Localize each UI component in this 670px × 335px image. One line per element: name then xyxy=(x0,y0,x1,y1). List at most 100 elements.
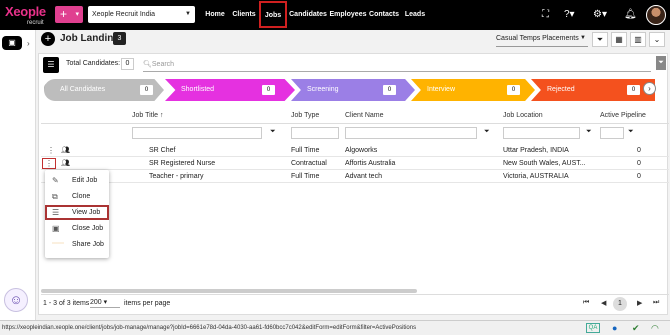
header-job-type[interactable]: Job Type xyxy=(291,112,319,119)
header-job-location[interactable]: Job Location xyxy=(503,112,543,119)
filter-client-input[interactable] xyxy=(345,127,477,139)
filter-icon[interactable]: ⏷ xyxy=(270,128,276,136)
horizontal-scrollbar[interactable] xyxy=(41,289,417,293)
cell-client: Advant tech xyxy=(345,173,382,180)
menu-close-job[interactable]: ▣ Close Job xyxy=(45,221,109,236)
menu-label: Clone xyxy=(72,193,91,200)
next-page-icon[interactable]: ▶ xyxy=(637,299,642,307)
nav-candidates[interactable]: Candidates xyxy=(289,0,327,30)
search-input[interactable]: 🔍︎Search xyxy=(143,60,651,72)
xeople-logo[interactable]: Xeople recruit xyxy=(5,4,46,26)
dashboard-icon[interactable]: ▣ xyxy=(2,36,22,50)
tenant-select[interactable]: Xeople Recruit India ▼ xyxy=(88,6,195,23)
menu-clone[interactable]: ⧉ Clone xyxy=(45,189,109,204)
nav-clients[interactable]: Clients xyxy=(230,0,258,30)
view-select-value: Casual Temps Placements xyxy=(496,35,579,42)
filter-location-input[interactable] xyxy=(503,127,580,139)
filter-icon[interactable]: ⏷ xyxy=(484,128,490,136)
assistant-bot-icon[interactable]: ☺ xyxy=(4,288,28,312)
bell-icon[interactable]: 🔔︎ xyxy=(624,9,637,21)
chevron-down-icon: ▾ xyxy=(75,11,79,18)
copy-icon: ⧉ xyxy=(52,192,58,201)
tenant-value: Xeople Recruit India xyxy=(92,11,156,18)
table-row[interactable]: ⋮ 👥︎ SR Registered Nurse Contractual Aff… xyxy=(41,158,669,170)
first-page-icon[interactable]: ⏮ xyxy=(583,299,589,307)
qa-badge[interactable]: QA xyxy=(586,323,600,333)
row-menu-icon[interactable]: ⋮ xyxy=(47,146,55,155)
last-page-icon[interactable]: ⏭ xyxy=(653,299,659,307)
header-job-title[interactable]: Job Title ↑ xyxy=(132,112,164,119)
cell-job-title[interactable]: SR Chef xyxy=(149,147,175,154)
header-active-pipeline[interactable]: Active Pipeline xyxy=(600,112,646,119)
filter-job-type-input[interactable] xyxy=(291,127,339,139)
cell-pipeline: 0 xyxy=(637,160,641,167)
page-size-select[interactable]: 200 ▾ xyxy=(90,298,120,308)
gear-icon[interactable]: ⚙▾ xyxy=(593,9,607,21)
add-job-button[interactable]: + xyxy=(41,32,55,46)
avatar[interactable] xyxy=(646,5,666,25)
status-url: https://xeopleindian.xeople.one/client/j… xyxy=(2,325,417,331)
calendar-icon[interactable]: ▦ xyxy=(611,32,627,47)
stage-shortlisted[interactable]: Shortlisted 0 xyxy=(165,79,295,101)
job-count-badge: 3 xyxy=(113,32,126,45)
chevron-down-icon: ▼ xyxy=(580,35,586,41)
stage-count: 0 xyxy=(262,85,275,95)
filter-pipeline-input[interactable] xyxy=(600,127,624,139)
people-icon[interactable]: 👥︎ xyxy=(61,159,70,167)
menu-view-job[interactable]: ☰ View Job xyxy=(45,205,109,220)
filter-toggle-icon[interactable]: ☰ xyxy=(43,57,59,73)
stage-screening[interactable]: Screening 0 xyxy=(291,79,415,101)
column-filter-icon[interactable]: ⏷ xyxy=(656,56,666,70)
cell-job-title[interactable]: SR Registered Nurse xyxy=(149,160,215,167)
filter-icon[interactable]: ⏷ xyxy=(628,128,634,136)
lock-icon: ▣ xyxy=(52,224,60,233)
plus-icon: + xyxy=(60,7,68,21)
help-icon[interactable]: ?▾ xyxy=(564,9,575,21)
current-page-button[interactable]: 1 xyxy=(613,297,627,311)
columns-icon[interactable]: ▥ xyxy=(630,32,646,47)
table-row[interactable]: ⋮ 👥︎ SR Chef Full Time Algoworks Uttar P… xyxy=(41,145,669,157)
people-icon[interactable]: 👥︎ xyxy=(61,146,70,154)
cell-location: Uttar Pradesh, INDIA xyxy=(503,147,569,154)
stage-count: 0 xyxy=(507,85,520,95)
chevron-down-icon: ▼ xyxy=(185,11,191,17)
chevron-down-icon[interactable]: ⌄ xyxy=(649,32,665,47)
nav-jobs[interactable]: Jobs xyxy=(259,1,287,28)
logo-brand: Xeople xyxy=(5,4,46,19)
user-icon[interactable]: ● xyxy=(612,323,617,333)
prev-page-icon[interactable]: ◀ xyxy=(601,299,606,307)
cell-job-title[interactable]: Teacher - primary xyxy=(149,173,203,180)
quick-add-button[interactable]: + ▾ xyxy=(55,6,83,23)
row-menu-icon[interactable]: ⋮ xyxy=(42,158,56,169)
stage-rejected[interactable]: Rejected 0 xyxy=(531,79,655,101)
search-placeholder: Search xyxy=(151,61,175,68)
stage-next-icon[interactable]: › xyxy=(643,82,656,95)
cell-client: Affortis Australia xyxy=(345,160,396,167)
view-select[interactable]: Casual Temps Placements ▼ xyxy=(496,35,588,47)
fullscreen-icon[interactable]: ⛶ xyxy=(542,9,549,21)
table-row[interactable]: Teacher - primary Full Time Advant tech … xyxy=(41,171,669,183)
nav-home[interactable]: Home xyxy=(202,0,228,30)
filter-icon[interactable]: ⏷ xyxy=(592,32,608,47)
total-candidates-label: Total Candidates: xyxy=(66,60,121,67)
filter-job-title-input[interactable] xyxy=(132,127,262,139)
filter-icon[interactable]: ⏷ xyxy=(586,128,592,136)
stage-label: Interview xyxy=(427,86,456,93)
stage-interview[interactable]: Interview 0 xyxy=(411,79,535,101)
wifi-icon[interactable]: ◠ xyxy=(651,323,659,334)
page-title: Job Landing xyxy=(60,33,120,44)
stage-label: Screening xyxy=(307,86,339,93)
pencil-icon: ✎ xyxy=(52,176,59,185)
nav-leads[interactable]: Leads xyxy=(403,0,427,30)
check-circle-icon[interactable]: ✔ xyxy=(632,323,640,334)
browser-status-bar: https://xeopleindian.xeople.one/client/j… xyxy=(0,320,670,335)
nav-contacts[interactable]: Contacts xyxy=(368,0,400,30)
nav-employees[interactable]: Employees xyxy=(329,0,367,30)
chevron-right-icon[interactable]: › xyxy=(27,39,30,48)
menu-edit-job[interactable]: ✎ Edit Job xyxy=(45,173,109,188)
stage-all-candidates[interactable]: All Candidates 0 xyxy=(44,79,164,101)
sort-up-icon: ↑ xyxy=(160,112,164,119)
header-client-name[interactable]: Client Name xyxy=(345,112,384,119)
cell-pipeline: 0 xyxy=(637,147,641,154)
menu-share-job[interactable]: ⋯⋯ Share Job xyxy=(45,237,109,252)
